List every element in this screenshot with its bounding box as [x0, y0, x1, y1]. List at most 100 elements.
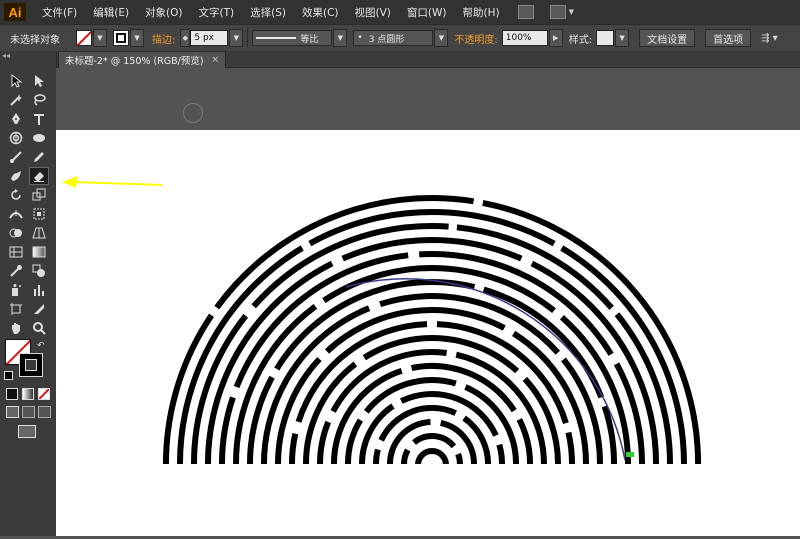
opacity-label[interactable]: 不透明度: — [454, 31, 497, 46]
type-tool-icon[interactable] — [29, 110, 49, 128]
default-colors-icon[interactable] — [4, 371, 13, 380]
maze-arc-segment[interactable] — [516, 418, 534, 471]
brush-dot-icon: • — [357, 33, 363, 43]
magic-wand-tool-icon[interactable] — [6, 91, 26, 109]
slice-tool-icon[interactable] — [29, 300, 49, 318]
draw-normal-icon[interactable] — [6, 406, 19, 418]
scale-tool-icon[interactable] — [29, 186, 49, 204]
column-graph-tool-icon[interactable] — [29, 281, 49, 299]
stroke-swatch-icon — [116, 33, 126, 43]
maze-arc-segment[interactable] — [317, 420, 332, 472]
maze-arc-segment[interactable] — [455, 452, 463, 466]
width-tool-icon[interactable] — [6, 205, 26, 223]
opacity-field[interactable]: 100% — [501, 30, 548, 46]
paintbrush-tool-icon[interactable] — [6, 148, 26, 166]
none-mode-icon[interactable] — [38, 388, 50, 400]
lasso-tool-icon[interactable] — [29, 91, 49, 109]
document-tab[interactable]: 未标题-2* @ 150% (RGB/预览) × — [58, 51, 227, 68]
opacity-value: 100% — [505, 33, 532, 43]
pencil-tool-icon[interactable] — [29, 148, 49, 166]
symbol-sprayer-tool-icon[interactable] — [6, 281, 26, 299]
close-icon[interactable]: × — [212, 55, 220, 65]
blob-brush-tool-icon[interactable] — [6, 167, 26, 185]
menu-type[interactable]: 文字(T) — [191, 5, 243, 20]
zoom-tool-icon[interactable] — [29, 319, 49, 337]
spiral-tool-icon[interactable] — [6, 129, 26, 147]
shape-builder-tool-icon[interactable] — [6, 224, 26, 242]
menu-effect[interactable]: 效果(C) — [294, 5, 347, 20]
blend-tool-icon[interactable] — [29, 262, 49, 280]
stroke-stepper[interactable]: ◆ — [180, 29, 191, 47]
fill-swatch[interactable] — [76, 30, 92, 46]
maze-arc-segment[interactable] — [412, 433, 457, 449]
brush-definition[interactable]: • 3 点圆形 — [353, 30, 434, 46]
brush-label: 3 点圆形 — [368, 34, 405, 45]
opacity-dropdown[interactable]: ▶ — [548, 29, 563, 47]
arrange-documents-icon[interactable] — [549, 5, 566, 19]
stroke-color-swatch[interactable] — [19, 353, 43, 377]
maze-arc-segment[interactable] — [177, 245, 304, 482]
pasteboard[interactable] — [56, 68, 800, 130]
profile-label: 等比 — [300, 34, 319, 45]
artboard-tool-icon[interactable] — [6, 300, 26, 318]
brush-cursor-icon — [183, 103, 203, 123]
profile-dropdown[interactable]: ▼ — [333, 29, 348, 47]
stroke-weight-dropdown[interactable]: ▼ — [229, 29, 244, 47]
pen-tool-icon[interactable] — [6, 110, 26, 128]
document-setup-button[interactable]: 文档设置 — [639, 29, 696, 47]
maze-arc-segment[interactable] — [399, 391, 499, 437]
screen-mode-icon[interactable] — [18, 425, 36, 438]
stroke-weight-field[interactable]: 5 px — [190, 30, 229, 46]
menu-view[interactable]: 视图(V) — [347, 5, 399, 20]
stroke-label[interactable]: 描边: — [152, 31, 175, 46]
eraser-tool-icon[interactable] — [29, 167, 49, 185]
stroke-swatch[interactable] — [113, 30, 129, 46]
hand-tool-icon[interactable] — [6, 319, 26, 337]
direct-selection-tool-icon[interactable] — [29, 72, 49, 90]
toolbox-collapse-icon[interactable]: ◂◂ — [2, 51, 54, 61]
maze-arc-segment[interactable] — [401, 448, 411, 466]
chevron-down-icon[interactable]: ▼ — [569, 8, 574, 16]
style-dropdown[interactable]: ▼ — [615, 29, 630, 47]
maze-arc-segment[interactable] — [219, 396, 236, 478]
menu-edit[interactable]: 编辑(E) — [85, 5, 137, 20]
maze-arc-segment[interactable] — [345, 418, 363, 470]
ellipse-tool-icon[interactable] — [29, 129, 49, 147]
maze-arc-segment[interactable] — [565, 431, 575, 474]
fill-dropdown[interactable]: ▼ — [93, 29, 107, 47]
stroke-dropdown[interactable]: ▼ — [130, 29, 144, 47]
maze-arc-segment[interactable] — [560, 245, 687, 482]
menu-window[interactable]: 窗口(W) — [399, 5, 455, 20]
maze-arc-segment[interactable] — [387, 419, 431, 467]
gradient-mode-icon[interactable] — [22, 388, 34, 400]
none-slash — [39, 389, 49, 399]
gradient-tool-icon[interactable] — [29, 243, 49, 261]
selection-tool-icon[interactable] — [6, 72, 26, 90]
variable-width-profile[interactable]: 等比 — [252, 30, 333, 46]
panel-menu-icon[interactable]: ⇶ ▾ — [761, 33, 778, 44]
menu-select[interactable]: 选择(S) — [242, 5, 294, 20]
brush-dropdown[interactable]: ▼ — [434, 29, 449, 47]
maze-arc-segment[interactable] — [496, 443, 505, 469]
rotate-tool-icon[interactable] — [6, 186, 26, 204]
style-swatch[interactable] — [596, 30, 615, 46]
style-label: 样式: — [568, 34, 593, 46]
maze-arc-segment[interactable] — [372, 448, 381, 468]
mesh-tool-icon[interactable] — [6, 243, 26, 261]
bridge-icon[interactable] — [517, 5, 534, 19]
stroke-inner-icon — [25, 359, 37, 371]
perspective-grid-tool-icon[interactable] — [29, 224, 49, 242]
swap-colors-icon[interactable]: ↶ — [37, 341, 45, 351]
maze-arc-segment[interactable] — [415, 448, 449, 465]
maze-arc-segment[interactable] — [289, 433, 299, 474]
preferences-button[interactable]: 首选项 — [705, 29, 752, 47]
color-mode-icon[interactable] — [6, 388, 18, 400]
menu-help[interactable]: 帮助(H) — [455, 5, 508, 20]
draw-inside-icon[interactable] — [38, 406, 51, 418]
eyedropper-tool-icon[interactable] — [6, 262, 26, 280]
document-tab-bar: 未标题-2* @ 150% (RGB/预览) × — [56, 51, 800, 68]
menu-file[interactable]: 文件(F) — [34, 5, 85, 20]
draw-behind-icon[interactable] — [22, 406, 35, 418]
menu-object[interactable]: 对象(O) — [137, 5, 190, 20]
free-transform-tool-icon[interactable] — [29, 205, 49, 223]
